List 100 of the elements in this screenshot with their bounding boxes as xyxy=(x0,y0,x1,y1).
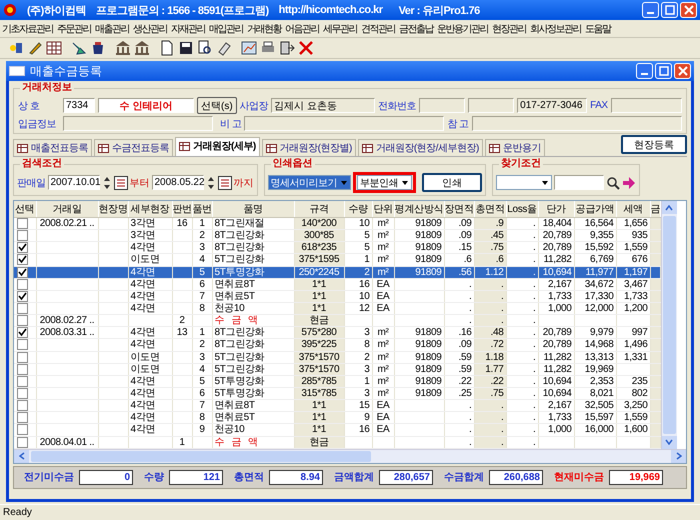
vertical-scrollbar[interactable] xyxy=(660,201,676,449)
column-header[interactable]: 세액 xyxy=(616,201,650,218)
column-header[interactable]: 판번 xyxy=(172,201,192,218)
fax-field[interactable] xyxy=(610,98,682,113)
column-header[interactable]: 선택 xyxy=(14,201,36,218)
menu-item[interactable]: 금전출납 xyxy=(397,22,435,36)
column-header[interactable]: 단위 xyxy=(372,201,394,218)
arrow-left-icon[interactable] xyxy=(18,452,24,460)
row-checkbox[interactable] xyxy=(17,218,28,229)
arrow-right-icon[interactable] xyxy=(622,176,636,190)
name-field[interactable]: 수 인테리어 xyxy=(98,98,194,113)
row-checkbox[interactable] xyxy=(17,339,28,350)
eraser-icon[interactable] xyxy=(216,40,232,56)
column-header[interactable]: 현장명 xyxy=(98,201,128,218)
column-header[interactable]: 금 xyxy=(650,201,660,218)
row-checkbox[interactable] xyxy=(17,302,28,314)
search-icon[interactable] xyxy=(606,176,620,190)
print-mode-dropdown[interactable]: 명세서미리보기 xyxy=(268,175,351,190)
menu-item[interactable]: 기초자료관리 xyxy=(0,22,55,36)
print-button[interactable]: 인쇄 xyxy=(422,173,482,192)
calendar-icon[interactable] xyxy=(114,176,128,190)
row-checkbox[interactable] xyxy=(17,352,28,362)
arrow-up-icon[interactable] xyxy=(665,204,673,210)
preview-icon[interactable] xyxy=(197,40,213,56)
calendar-icon[interactable] xyxy=(218,176,232,190)
column-header[interactable]: 규격 xyxy=(294,201,344,218)
column-header[interactable]: 평계산방식 xyxy=(394,201,444,218)
export-icon[interactable] xyxy=(279,40,295,56)
menu-item[interactable]: 자재관리 xyxy=(169,22,207,36)
exit-icon[interactable] xyxy=(8,40,24,56)
note-field[interactable] xyxy=(472,116,682,131)
column-header[interactable]: 세부현장 xyxy=(128,201,172,218)
tab[interactable]: 거래원장(현장/세부현장) xyxy=(358,139,483,156)
close-button[interactable] xyxy=(680,2,697,18)
phone-field[interactable] xyxy=(419,98,466,113)
horizontal-scrollbar[interactable] xyxy=(14,448,686,463)
save-icon[interactable] xyxy=(178,40,194,56)
tab[interactable]: 거래원장(현장별) xyxy=(262,139,356,156)
stop-icon[interactable] xyxy=(298,40,314,56)
deposit-field[interactable] xyxy=(63,116,213,131)
maximize-button[interactable] xyxy=(655,63,672,79)
select-button[interactable]: 선택(s) xyxy=(197,97,237,114)
tab[interactable]: 운반용기 xyxy=(484,139,545,156)
site-register-button[interactable]: 현장등록 xyxy=(621,135,687,154)
column-header[interactable]: 총면적 xyxy=(474,201,506,218)
phone-field[interactable] xyxy=(468,98,514,113)
bank-icon[interactable] xyxy=(115,40,131,56)
menu-item[interactable]: 도움말 xyxy=(583,22,612,36)
row-checkbox[interactable] xyxy=(17,266,28,278)
new-file-icon[interactable] xyxy=(159,40,175,56)
print-range-dropdown[interactable]: 부분인쇄 xyxy=(357,175,412,190)
row-checkbox[interactable] xyxy=(17,254,28,266)
code-field[interactable]: 7334 xyxy=(63,98,95,113)
arrow-right-icon[interactable] xyxy=(676,452,682,460)
row-checkbox[interactable] xyxy=(17,230,28,241)
phone-field[interactable]: 017-277-3046 xyxy=(517,98,588,113)
date-field[interactable]: 2008.05.22 xyxy=(152,175,204,190)
row-checkbox[interactable] xyxy=(17,436,28,448)
menu-item[interactable]: 견적관리 xyxy=(359,22,397,36)
column-header[interactable]: Loss율 xyxy=(506,201,538,218)
row-checkbox[interactable] xyxy=(17,412,28,423)
maximize-button[interactable] xyxy=(661,2,678,18)
row-checkbox[interactable] xyxy=(17,388,28,399)
menu-item[interactable]: 매출관리 xyxy=(93,22,131,36)
column-header[interactable]: 품명 xyxy=(212,201,294,218)
date-field[interactable]: 2007.10.01 xyxy=(48,175,100,190)
spinner-icon[interactable] xyxy=(102,174,112,190)
chart-icon[interactable] xyxy=(241,40,257,56)
column-header[interactable]: 품번 xyxy=(192,201,212,218)
find-dropdown[interactable] xyxy=(496,175,552,190)
column-header[interactable]: 수량 xyxy=(344,201,372,218)
row-checkbox[interactable] xyxy=(17,315,28,326)
close-button[interactable] xyxy=(674,63,691,79)
grid-icon[interactable] xyxy=(46,40,62,56)
minimize-button[interactable] xyxy=(636,63,653,79)
menu-item[interactable]: 회사정보관리 xyxy=(528,22,583,36)
menu-item[interactable]: 주문관리 xyxy=(55,22,93,36)
bucket-icon[interactable] xyxy=(90,40,106,56)
menu-item[interactable]: 어음관리 xyxy=(283,22,321,36)
menu-item[interactable]: 운반용기관리 xyxy=(435,22,490,36)
pen-icon[interactable] xyxy=(27,40,43,56)
menu-item[interactable]: 생산관리 xyxy=(131,22,169,36)
memo-field[interactable] xyxy=(244,116,444,131)
row-checkbox[interactable] xyxy=(17,400,28,411)
tab[interactable]: 수금전표등록 xyxy=(94,139,173,156)
column-header[interactable]: 공급가액 xyxy=(574,201,616,218)
menu-item[interactable]: 매입관리 xyxy=(207,22,245,36)
row-checkbox[interactable] xyxy=(17,364,28,374)
column-header[interactable]: 단가 xyxy=(538,201,574,218)
row-checkbox[interactable] xyxy=(17,376,28,386)
arrow-down-icon[interactable] xyxy=(665,439,673,446)
find-field[interactable] xyxy=(554,175,604,190)
menu-item[interactable]: 세무관리 xyxy=(321,22,359,36)
menu-item[interactable]: 현장관리 xyxy=(490,22,528,36)
site-field[interactable]: 김제시 요촌동 xyxy=(271,98,376,113)
tab[interactable]: 거래원장(세부) xyxy=(175,137,260,156)
row-checkbox[interactable] xyxy=(17,278,28,290)
minimize-button[interactable] xyxy=(642,2,659,18)
row-checkbox[interactable] xyxy=(17,327,28,338)
row-checkbox[interactable] xyxy=(17,290,28,302)
